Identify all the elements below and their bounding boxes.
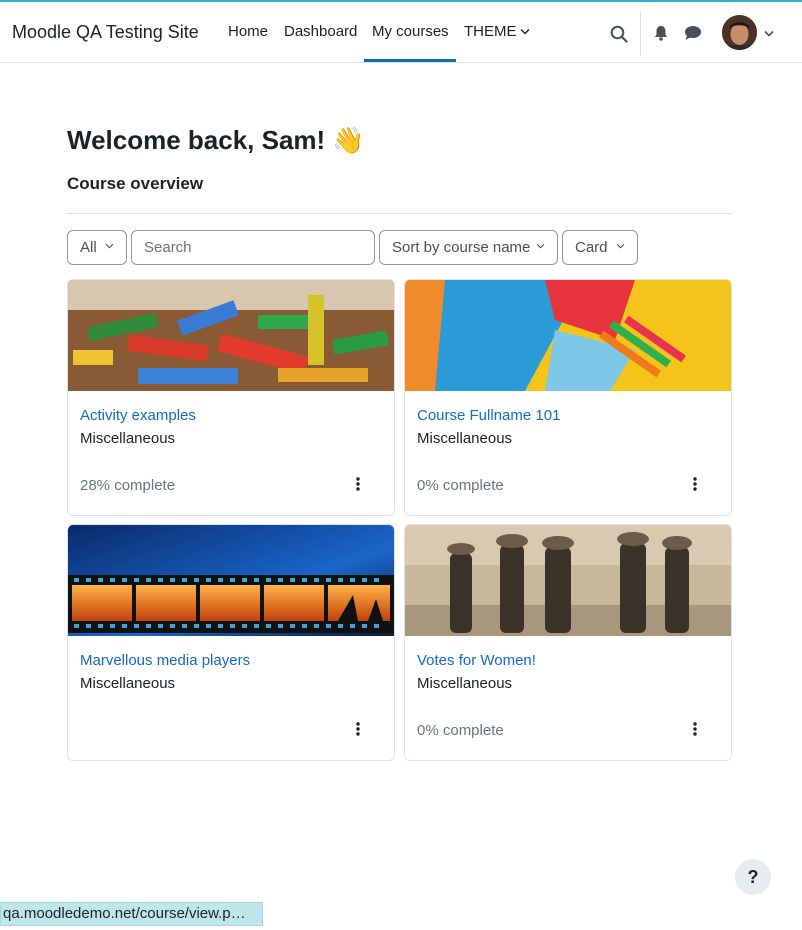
section-divider [66, 213, 732, 214]
course-title-link[interactable]: Course Fullname 101 [417, 407, 560, 424]
grouping-dropdown[interactable]: All [67, 230, 127, 265]
chevron-down-icon [616, 243, 625, 249]
search-button[interactable] [607, 22, 631, 46]
browser-status-url: qa.moodledemo.net/course/view.p… [0, 902, 263, 926]
course-actions-menu[interactable] [348, 474, 368, 494]
site-brand[interactable]: Moodle QA Testing Site [12, 22, 199, 43]
top-navbar: Moodle QA Testing Site Home Dashboard My… [0, 2, 802, 63]
course-image-blocks [68, 280, 394, 391]
user-avatar[interactable] [722, 15, 757, 50]
course-category: Miscellaneous [417, 675, 513, 692]
course-search-input[interactable] [131, 230, 375, 265]
course-title-link[interactable]: Activity examples [80, 407, 196, 424]
course-card: Votes for Women! Miscellaneous 0% comple… [404, 524, 732, 761]
course-overview-heading: Course overview [67, 174, 204, 193]
sort-dropdown[interactable]: Sort by course name [379, 230, 558, 265]
chevron-down-icon [520, 29, 529, 35]
course-title-link[interactable]: Marvellous media players [80, 652, 250, 669]
view-label: Card [575, 239, 608, 256]
view-dropdown[interactable]: Card [562, 230, 638, 265]
nav-dashboard[interactable]: Dashboard [284, 23, 357, 40]
nav-theme-label: THEME [464, 23, 517, 40]
course-image[interactable] [405, 525, 731, 636]
course-image[interactable] [68, 280, 394, 391]
page-title: Welcome back, Sam! 👋 [67, 125, 365, 155]
nav-my-courses[interactable]: My courses [372, 23, 449, 40]
help-button[interactable]: ? [735, 859, 771, 895]
course-image[interactable] [68, 525, 394, 636]
grouping-label: All [80, 239, 97, 256]
course-image[interactable] [405, 280, 731, 391]
more-vertical-icon [693, 722, 697, 736]
bell-icon [655, 26, 667, 41]
chat-icon [685, 26, 701, 40]
course-progress: 0% complete [417, 722, 504, 739]
course-category: Miscellaneous [80, 430, 176, 447]
course-actions-menu[interactable] [685, 474, 705, 494]
avatar-image [722, 15, 757, 50]
course-card: Course Fullname 101 Miscellaneous 0% com… [404, 279, 732, 516]
course-category: Miscellaneous [80, 675, 176, 692]
course-category: Miscellaneous [417, 430, 513, 447]
chevron-down-icon [105, 243, 114, 249]
course-image-film [68, 525, 394, 636]
course-actions-menu[interactable] [685, 719, 705, 739]
search-icon [610, 25, 628, 43]
course-progress: 0% complete [417, 477, 504, 494]
sort-label: Sort by course name [392, 239, 531, 256]
navbar-divider [640, 10, 641, 56]
nav-theme-menu[interactable]: THEME [464, 23, 530, 40]
course-title-link[interactable]: Votes for Women! [417, 652, 536, 669]
course-card: Marvellous media players Miscellaneous [67, 524, 395, 761]
messages-button[interactable] [682, 22, 704, 44]
nav-active-indicator [364, 59, 456, 62]
course-image-historic-photo [405, 525, 731, 636]
nav-home[interactable]: Home [228, 23, 268, 40]
course-image-stationery [405, 280, 731, 391]
course-progress: 28% complete [80, 477, 176, 494]
notifications-button[interactable] [651, 22, 671, 44]
more-vertical-icon [693, 477, 697, 491]
more-vertical-icon [356, 477, 360, 491]
chevron-down-icon [536, 243, 545, 249]
course-actions-menu[interactable] [348, 719, 368, 739]
more-vertical-icon [356, 722, 360, 736]
user-menu-chevron-icon[interactable] [764, 30, 774, 37]
course-card: Activity examples Miscellaneous 28% comp… [67, 279, 395, 516]
